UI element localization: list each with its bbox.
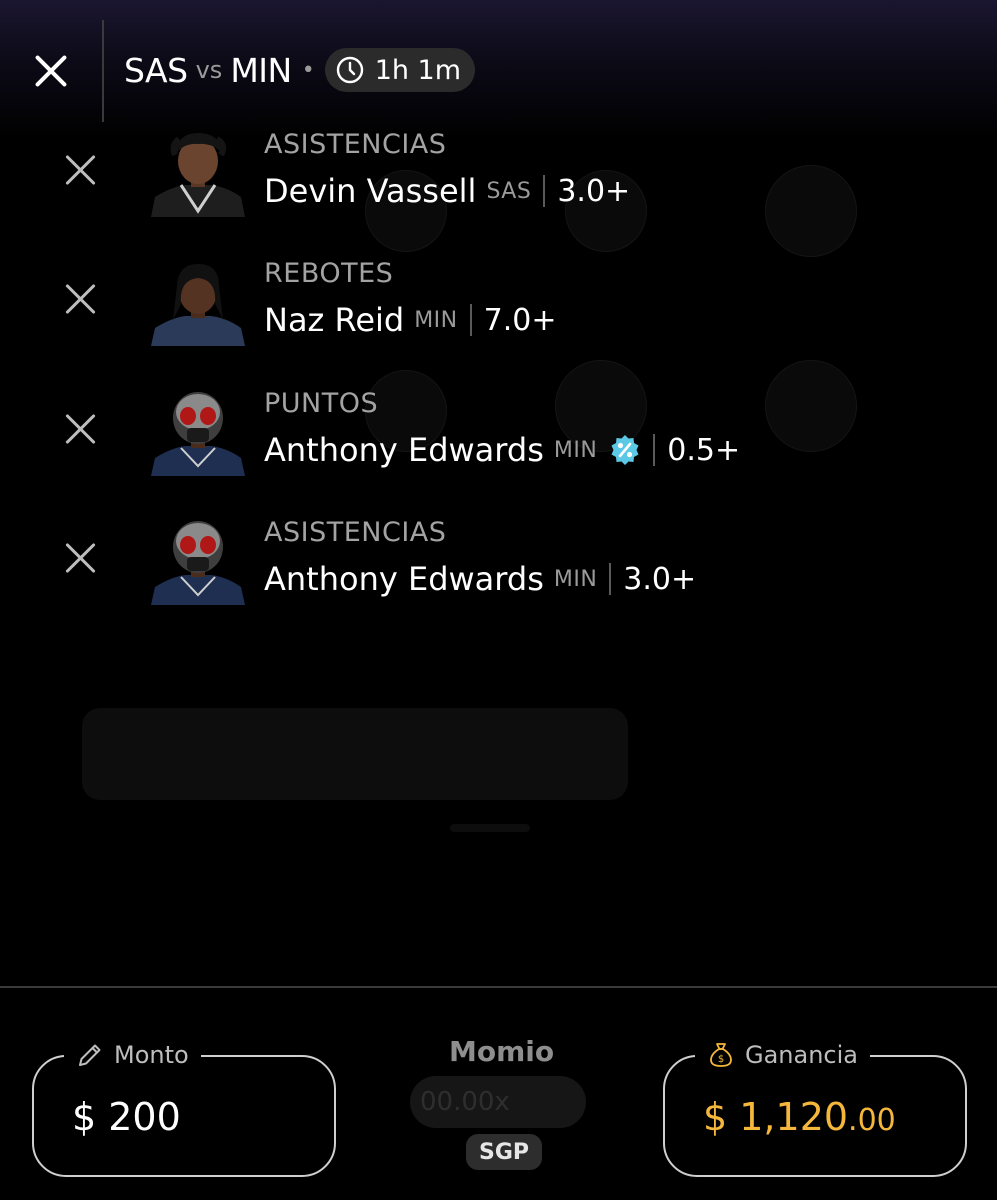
- odds-value: 00.00x: [420, 1087, 510, 1117]
- player-name: Naz Reid: [264, 301, 405, 339]
- payout-value: $ 1,120.00: [703, 1095, 896, 1139]
- bottom-divider: [0, 986, 997, 988]
- match-title: SAS vs MIN • 1h 1m: [124, 48, 476, 92]
- pencil-icon: [79, 1044, 101, 1066]
- market-label: ASISTENCIAS: [264, 517, 447, 548]
- remove-pick-button[interactable]: [64, 412, 98, 446]
- player-avatar: [151, 131, 245, 217]
- clock-icon: [336, 56, 363, 84]
- boost-badge-icon: [611, 435, 639, 465]
- player-photo: [151, 133, 245, 217]
- header-divider: [102, 20, 104, 122]
- team-abbr: MIN: [553, 437, 598, 463]
- pick-row: PUNTOS Anthony Edwards MIN 0.5+: [0, 388, 997, 498]
- money-bag-icon: $: [710, 1043, 732, 1067]
- amount-label: Monto: [64, 1037, 201, 1073]
- amount-label-text: Monto: [114, 1041, 189, 1069]
- pick-line-value: 3.0+: [557, 173, 631, 209]
- ghost-shape: [450, 824, 530, 832]
- svg-text:$: $: [718, 1054, 724, 1065]
- pick-line-value: 7.0+: [483, 302, 557, 338]
- vs-label: vs: [195, 56, 223, 84]
- player-avatar: [151, 390, 245, 476]
- payout-value-main: $ 1,120: [703, 1095, 849, 1139]
- player-avatar: [151, 519, 245, 605]
- pick-line-value: 0.5+: [667, 432, 741, 468]
- player-photo: [151, 392, 245, 476]
- payout-label-text: Ganancia: [745, 1041, 859, 1069]
- odds-display: 00.00x: [410, 1076, 586, 1128]
- payout-label: $ Ganancia: [695, 1037, 871, 1073]
- remove-pick-button[interactable]: [64, 282, 98, 316]
- ghost-shape: [82, 708, 628, 800]
- pick-row: REBOTES Naz Reid MIN 7.0+: [0, 258, 997, 368]
- amount-value[interactable]: $ 200: [72, 1095, 181, 1139]
- payout-value-cents: .00: [848, 1103, 896, 1138]
- divider: [469, 304, 472, 336]
- player-name: Devin Vassell: [264, 172, 477, 210]
- away-team: MIN: [230, 50, 292, 90]
- market-label: REBOTES: [264, 258, 394, 289]
- player-photo: [151, 521, 245, 605]
- amount-field[interactable]: Monto $ 200: [32, 1037, 336, 1177]
- player-avatar: [151, 260, 245, 346]
- pick-row: ASISTENCIAS Anthony Edwards MIN 3.0+: [0, 517, 997, 627]
- market-label: PUNTOS: [264, 388, 379, 419]
- player-name: Anthony Edwards: [264, 560, 544, 598]
- payout-field: $ Ganancia $ 1,120.00: [663, 1037, 967, 1177]
- divider: [543, 175, 546, 207]
- close-button[interactable]: [30, 50, 72, 92]
- team-abbr: SAS: [486, 178, 532, 204]
- time-left-pill: 1h 1m: [324, 48, 476, 92]
- divider: [653, 434, 656, 466]
- odds-label: Momio: [449, 1035, 555, 1068]
- sgp-badge: SGP: [466, 1134, 542, 1170]
- team-abbr: MIN: [414, 307, 458, 333]
- market-label: ASISTENCIAS: [264, 129, 447, 160]
- player-name: Anthony Edwards: [264, 431, 544, 469]
- pick-row: ASISTENCIAS Devin Vassell SAS 3.0+: [0, 129, 997, 239]
- player-photo: [151, 264, 245, 346]
- divider: [609, 563, 612, 595]
- remove-pick-button[interactable]: [64, 541, 98, 575]
- title-separator: •: [301, 57, 315, 83]
- pick-line-value: 3.0+: [623, 561, 697, 597]
- home-team: SAS: [124, 50, 188, 90]
- team-abbr: MIN: [553, 566, 598, 592]
- remove-pick-button[interactable]: [64, 153, 98, 187]
- time-left-value: 1h 1m: [374, 54, 462, 86]
